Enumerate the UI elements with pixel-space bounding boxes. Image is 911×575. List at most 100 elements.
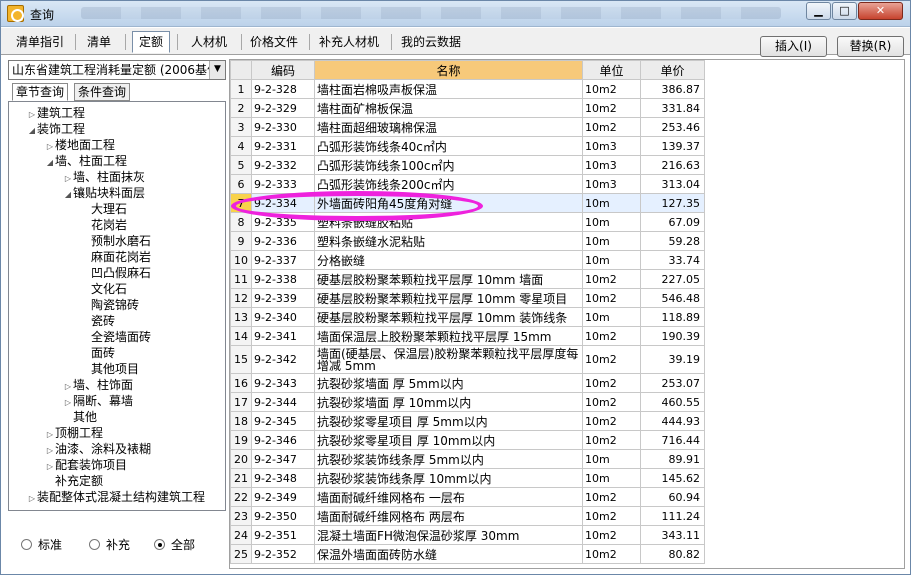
name-cell: 抗裂砂浆墙面 厚 10mm以内 <box>314 392 583 412</box>
table-row[interactable]: 21 9-2-348 抗裂砂浆装饰线条厚 10mm以内 10m 145.62 <box>230 468 705 488</box>
tree-item-label: 墙、柱面工程 <box>55 154 128 168</box>
price-cell: 216.63 <box>640 155 705 175</box>
tree-item[interactable]: ▷ 装配整体式混凝土结构建筑工程 <box>27 489 205 505</box>
table-row[interactable]: 18 9-2-345 抗裂砂浆零星项目 厚 5mm以内 10m2 444.93 <box>230 411 705 431</box>
table-row[interactable]: 12 9-2-339 硬基层胶粉聚苯颗粒找平层厚 10mm 零星项目 10m2 546.… <box>230 288 705 308</box>
table-row[interactable]: 13 9-2-340 硬基层胶粉聚苯颗粒找平层厚 10mm 装饰线条 10m 118.8… <box>230 307 705 327</box>
row-index-cell: 18 <box>230 411 252 431</box>
insert-button[interactable]: 插入(I) <box>760 36 827 57</box>
column-header-name[interactable]: 名称 <box>314 60 583 80</box>
tab-condition-query[interactable]: 条件查询 <box>74 83 131 101</box>
table-row[interactable]: 16 9-2-343 抗裂砂浆墙面 厚 5mm以内 10m2 253.07 <box>230 373 705 393</box>
tree-item[interactable]: 花岗岩 <box>81 217 127 233</box>
quota-library-select[interactable]: 山东省建筑工程消耗量定额 (2006基价 ▼ <box>8 60 226 80</box>
tree-item[interactable]: ▷ 楼地面工程 <box>45 137 115 153</box>
tree-item[interactable]: 麻面花岗岩 <box>81 249 151 265</box>
table-row[interactable]: 5 9-2-332 凸弧形装饰线条100c㎡内 10m3 216.63 <box>230 155 705 175</box>
code-cell: 9-2-343 <box>251 373 315 393</box>
table-row[interactable]: 1 9-2-328 墙柱面岩棉吸声板保温 10m2 386.87 <box>230 79 705 99</box>
tab-chapter-query[interactable]: 章节查询 <box>12 83 69 101</box>
table-row[interactable]: 22 9-2-349 墙面耐碱纤维网格布 一层布 10m2 60.94 <box>230 487 705 507</box>
table-row[interactable]: 25 9-2-352 保温外墙面面砖防水缝 10m2 80.82 <box>230 544 705 564</box>
table-row[interactable]: 2 9-2-329 墙柱面矿棉板保温 10m2 331.84 <box>230 98 705 118</box>
tree-item[interactable]: ◢ 墙、柱面工程 <box>45 153 127 169</box>
price-cell: 343.11 <box>640 525 705 545</box>
row-index-cell: 14 <box>230 326 252 346</box>
table-row[interactable]: 10 9-2-337 分格嵌缝 10m 33.74 <box>230 250 705 270</box>
code-cell: 9-2-334 <box>251 193 315 213</box>
table-row[interactable]: 3 9-2-330 墙柱面超细玻璃棉保温 10m2 253.46 <box>230 117 705 137</box>
table-row[interactable]: 4 9-2-331 凸弧形装饰线条40c㎡内 10m3 139.37 <box>230 136 705 156</box>
tree-item[interactable]: ▷ 油漆、涂料及裱糊 <box>45 441 151 457</box>
tree-item[interactable]: ◢ 装饰工程 <box>27 121 85 137</box>
tab-separator <box>241 34 242 50</box>
price-cell: 80.82 <box>640 544 705 564</box>
column-header-unit[interactable]: 单位 <box>582 60 641 80</box>
tab-labor-material-machine[interactable]: 人材机 <box>185 31 233 53</box>
table-row[interactable]: 9 9-2-336 塑料条嵌缝水泥粘贴 10m 59.28 <box>230 231 705 251</box>
row-index-cell: 12 <box>230 288 252 308</box>
tree-item[interactable]: ▷ 墙、柱面抹灰 <box>63 169 145 185</box>
table-row[interactable]: 8 9-2-335 塑料条嵌缝胶粘贴 10m 67.09 <box>230 212 705 232</box>
row-index-cell: 6 <box>230 174 252 194</box>
table-row[interactable]: 15 9-2-342 墙面(硬基层、保温层)胶粉聚苯颗粒找平层厚度每增减 5mm 10… <box>230 345 705 374</box>
tab-price-file[interactable]: 价格文件 <box>245 31 303 53</box>
table-row[interactable]: 20 9-2-347 抗裂砂浆装饰线条厚 5mm以内 10m 89.91 <box>230 449 705 469</box>
tab-bill-guide[interactable]: 清单指引 <box>11 31 69 53</box>
tree-item[interactable]: ▷ 配套装饰项目 <box>45 457 127 473</box>
radio-supplement[interactable]: 补充 <box>89 537 130 553</box>
name-cell: 抗裂砂浆装饰线条厚 10mm以内 <box>314 468 583 488</box>
tree-item[interactable]: 陶瓷锦砖 <box>81 297 139 313</box>
tree-item[interactable]: 凹凸假麻石 <box>81 265 151 281</box>
collapse-icon[interactable]: ◢ <box>45 155 55 171</box>
close-button[interactable]: ✕ <box>858 2 903 20</box>
column-header-price[interactable]: 单价 <box>640 60 705 80</box>
tree-item[interactable]: 文化石 <box>81 281 127 297</box>
tree-item[interactable]: 大理石 <box>81 201 127 217</box>
tree-item[interactable]: 其他 <box>63 409 97 425</box>
tree-item[interactable]: 预制水磨石 <box>81 233 151 249</box>
tab-supplement-lmm[interactable]: 补充人材机 <box>313 31 385 53</box>
code-cell: 9-2-339 <box>251 288 315 308</box>
tree-item[interactable]: 全瓷墙面砖 <box>81 329 151 345</box>
tree-item[interactable]: ▷ 建筑工程 <box>27 105 85 121</box>
table-row[interactable]: 17 9-2-344 抗裂砂浆墙面 厚 10mm以内 10m2 460.55 <box>230 392 705 412</box>
tree-item[interactable]: ◢ 镶贴块料面层 <box>63 185 145 201</box>
table-row[interactable]: 11 9-2-338 硬基层胶粉聚苯颗粒找平层厚 10mm 墙面 10m2 227.05 <box>230 269 705 289</box>
table-row[interactable]: 19 9-2-346 抗裂砂浆零星项目 厚 10mm以内 10m2 716.44 <box>230 430 705 450</box>
tab-quota[interactable]: 定额 <box>132 31 170 53</box>
unit-cell: 10m2 <box>582 373 641 393</box>
expand-icon[interactable]: ▷ <box>27 491 37 507</box>
radio-all[interactable]: 全部 <box>154 537 195 553</box>
price-cell: 227.05 <box>640 269 705 289</box>
tree-item[interactable]: ▷ 顶棚工程 <box>45 425 103 441</box>
table-row[interactable]: 24 9-2-351 混凝土墙面FH微泡保温砂浆厚 30mm 10m2 343.11 <box>230 525 705 545</box>
column-header-code[interactable]: 编码 <box>251 60 315 80</box>
unit-cell: 10m2 <box>582 79 641 99</box>
tab-my-cloud-data[interactable]: 我的云数据 <box>395 31 467 53</box>
tree-item[interactable]: 其他项目 <box>81 361 139 377</box>
collapse-icon[interactable]: ◢ <box>27 123 37 139</box>
tree-item-label: 麻面花岗岩 <box>91 250 152 264</box>
price-cell: 546.48 <box>640 288 705 308</box>
tab-bill[interactable]: 清单 <box>81 31 117 53</box>
maximize-button[interactable]: □ <box>832 2 857 20</box>
table-row[interactable]: 23 9-2-350 墙面耐碱纤维网格布 两层布 10m2 111.24 <box>230 506 705 526</box>
replace-button[interactable]: 替换(R) <box>837 36 904 57</box>
table-row[interactable]: 7 9-2-334 外墙面砖阳角45度角对缝 10m 127.35 <box>230 193 705 213</box>
tree-item[interactable]: 补充定额 <box>45 473 103 489</box>
table-row[interactable]: 6 9-2-333 凸弧形装饰线条200c㎡内 10m3 313.04 <box>230 174 705 194</box>
name-cell: 抗裂砂浆零星项目 厚 5mm以内 <box>314 411 583 431</box>
collapse-icon[interactable]: ◢ <box>63 187 73 203</box>
tree-item[interactable]: ▷ 隔断、幕墙 <box>63 393 133 409</box>
minimize-button[interactable]: ▁ <box>806 2 831 20</box>
tree-item[interactable]: 瓷砖 <box>81 313 115 329</box>
tree-item[interactable]: ▷ 墙、柱饰面 <box>63 377 133 393</box>
radio-standard[interactable]: 标准 <box>21 537 62 553</box>
code-cell: 9-2-330 <box>251 117 315 137</box>
code-cell: 9-2-329 <box>251 98 315 118</box>
price-cell: 59.28 <box>640 231 705 251</box>
chevron-down-icon[interactable]: ▼ <box>209 61 225 79</box>
tree-item[interactable]: 面砖 <box>81 345 115 361</box>
table-row[interactable]: 14 9-2-341 墙面保温层上胶粉聚苯颗粒找平层厚 15mm 10m2 190.39 <box>230 326 705 346</box>
